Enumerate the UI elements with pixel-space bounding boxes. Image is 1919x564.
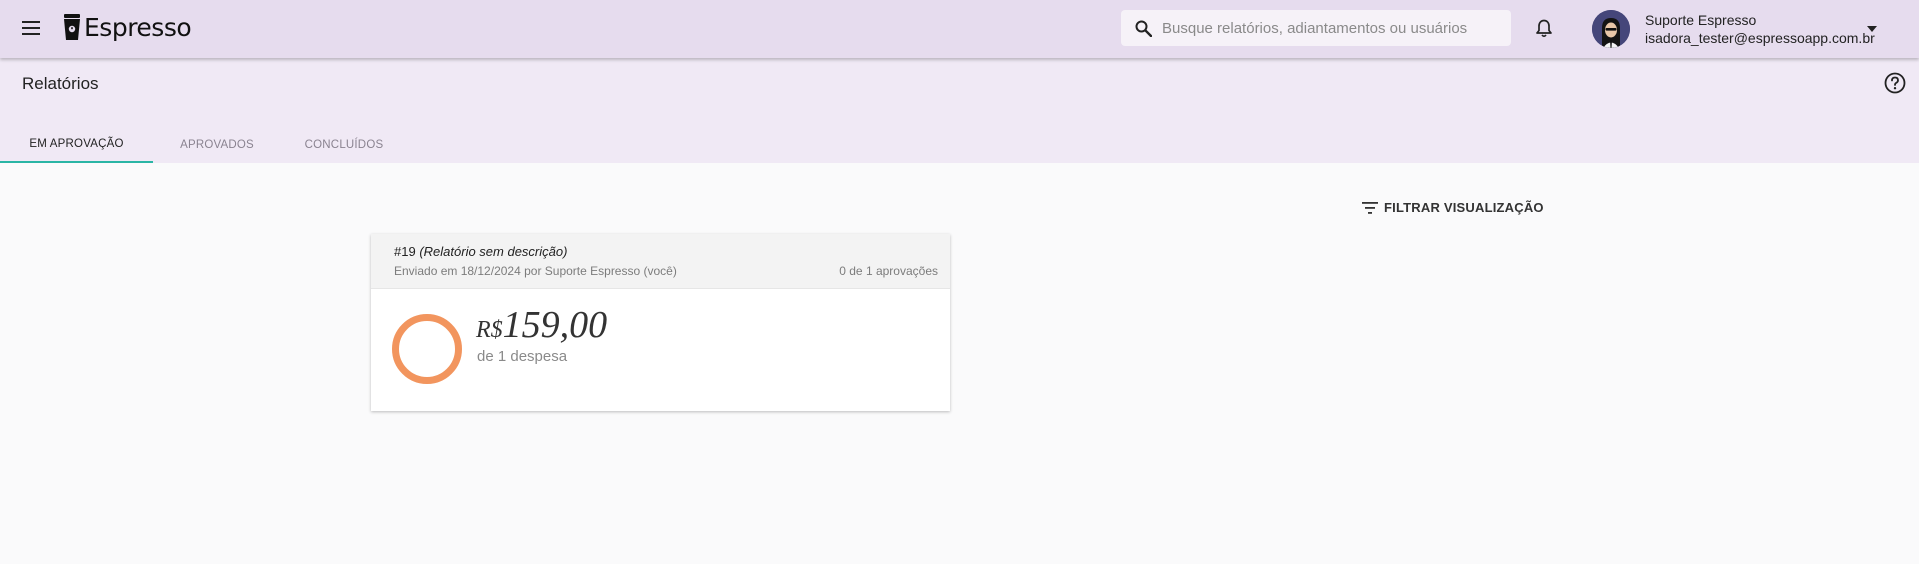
help-button[interactable] xyxy=(1884,72,1906,94)
search-input[interactable] xyxy=(1162,19,1502,37)
report-expense-count: de 1 despesa xyxy=(477,348,568,365)
notifications-button[interactable] xyxy=(1532,16,1556,40)
page-title: Relatórios xyxy=(22,74,99,93)
tab-aprovados[interactable]: APROVADOS xyxy=(153,126,281,163)
report-tabs: EM APROVAÇÃO APROVADOS CONCLUÍDOS xyxy=(0,126,407,163)
filter-view-button[interactable]: FILTRAR VISUALIZAÇÃO xyxy=(1362,200,1544,215)
status-ring-icon xyxy=(392,314,462,384)
app-bar: Espresso Suporte Espresso isado xyxy=(0,0,1919,58)
report-amount: R$159,00 xyxy=(476,303,607,347)
report-approvals: 0 de 1 aprovações xyxy=(839,264,938,278)
caret-down-icon xyxy=(1867,26,1877,32)
report-title: #19 (Relatório sem descrição) xyxy=(394,244,567,259)
app-name: Espresso xyxy=(84,12,192,42)
user-name: Suporte Espresso xyxy=(1645,12,1757,28)
cup-icon xyxy=(64,13,80,40)
user-menu[interactable]: Suporte Espresso isadora_tester@espresso… xyxy=(1592,8,1877,50)
report-currency: R$ xyxy=(476,317,503,343)
report-card[interactable]: #19 (Relatório sem descrição) Enviado em… xyxy=(371,234,950,411)
report-number: #19 xyxy=(394,244,416,259)
user-email: isadora_tester@espressoapp.com.br xyxy=(1645,30,1875,46)
report-submitted: Enviado em 18/12/2024 por Suporte Espres… xyxy=(394,264,677,278)
report-card-body: R$159,00 de 1 despesa xyxy=(371,289,950,411)
filter-view-label: FILTRAR VISUALIZAÇÃO xyxy=(1384,200,1544,215)
report-card-header: #19 (Relatório sem descrição) Enviado em… xyxy=(371,234,950,289)
menu-icon[interactable] xyxy=(18,17,44,39)
report-amount-value: 159,00 xyxy=(502,304,608,346)
search-icon xyxy=(1135,20,1152,37)
report-description: (Relatório sem descrição) xyxy=(419,244,568,259)
bell-icon xyxy=(1536,19,1552,37)
tab-concluidos[interactable]: CONCLUÍDOS xyxy=(281,126,407,163)
search-bar xyxy=(1121,10,1511,46)
page-header: Relatórios EM APROVAÇÃO APROVADOS CONCLU… xyxy=(0,58,1919,163)
tab-em-aprovacao[interactable]: EM APROVAÇÃO xyxy=(0,126,153,163)
avatar xyxy=(1592,10,1630,48)
app-logo[interactable]: Espresso xyxy=(63,10,192,44)
filter-icon xyxy=(1362,201,1378,214)
help-icon xyxy=(1884,72,1906,94)
